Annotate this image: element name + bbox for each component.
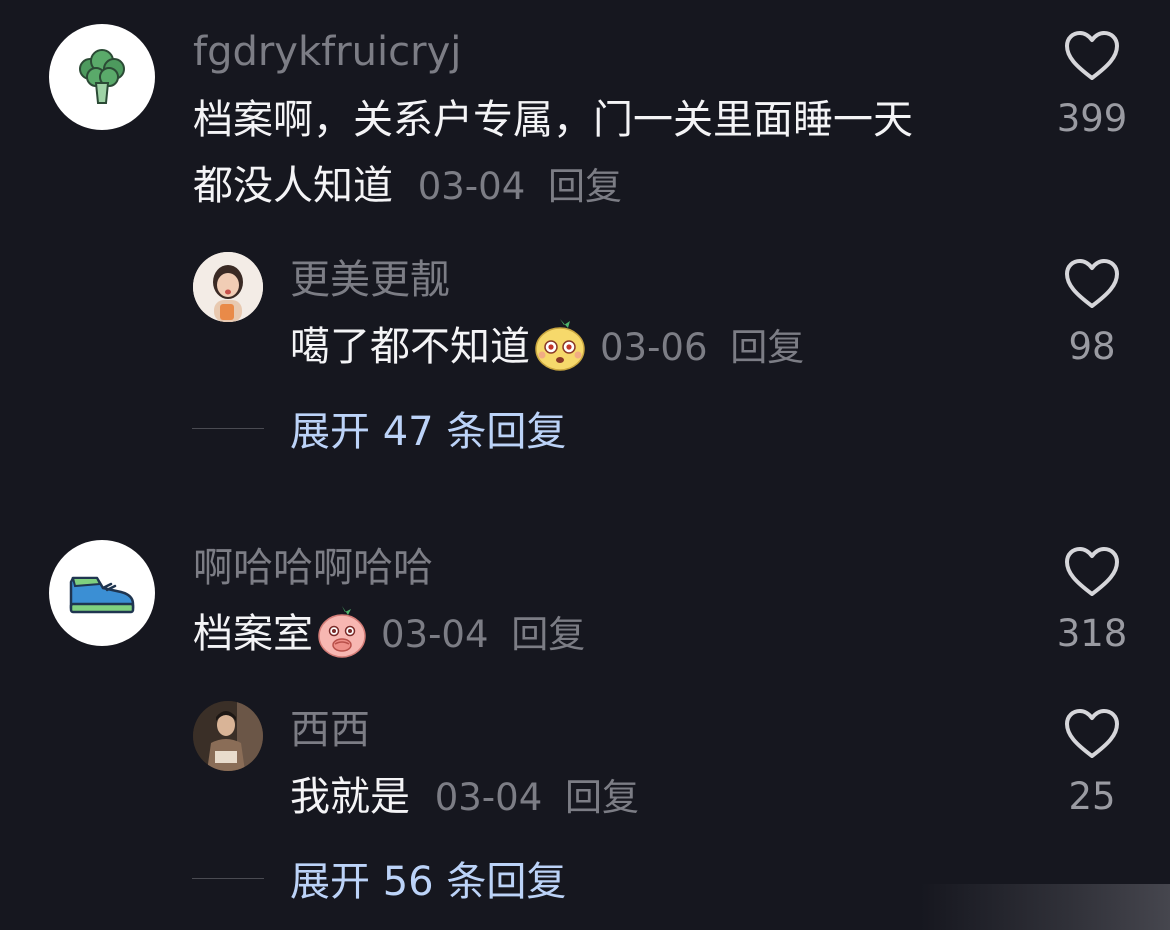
comment-text: 档案啊，关系户专属，门一关里面睡一天 bbox=[193, 97, 913, 143]
username[interactable]: 啊哈哈啊哈哈 bbox=[193, 544, 433, 592]
man-photo-avatar bbox=[193, 701, 263, 771]
avatar[interactable] bbox=[49, 24, 155, 130]
comment-text-line: 档案室 03-04 回复 bbox=[193, 606, 585, 660]
reply-button[interactable]: 回复 bbox=[511, 613, 585, 656]
like-count: 399 bbox=[1056, 97, 1128, 140]
reply-date: 03-04 bbox=[434, 776, 543, 819]
reply-text-line: 我就是 03-04 回复 bbox=[290, 773, 639, 822]
username[interactable]: fgdrykfruicryj bbox=[193, 28, 461, 76]
expand-replies-button[interactable]: 展开 56 条回复 bbox=[192, 854, 566, 905]
reply-button[interactable]: 回复 bbox=[730, 326, 804, 369]
broccoli-icon bbox=[79, 49, 125, 104]
reply-text-line: 噶了都不知道 03-06 回复 bbox=[290, 319, 804, 373]
girl-photo-avatar bbox=[193, 252, 263, 322]
like-count: 25 bbox=[1068, 775, 1116, 818]
divider bbox=[192, 427, 264, 429]
expand-replies-label: 展开 47 条回复 bbox=[290, 409, 567, 455]
reply-button[interactable]: 回复 bbox=[548, 165, 622, 208]
like-heart-icon[interactable] bbox=[1064, 546, 1120, 598]
reply-text: 我就是 bbox=[290, 774, 410, 820]
sneaker-icon bbox=[69, 576, 135, 614]
expand-replies-label: 展开 56 条回复 bbox=[290, 859, 567, 905]
username[interactable]: 西西 bbox=[290, 706, 370, 754]
comment-date: 03-04 bbox=[417, 165, 526, 208]
reply-text: 噶了都不知道 bbox=[290, 324, 530, 370]
reply-date: 03-06 bbox=[600, 326, 708, 369]
like-heart-icon[interactable] bbox=[1064, 258, 1120, 310]
comment-text: 档案室 bbox=[193, 611, 313, 657]
comment-text-continued: 都没人知道 bbox=[193, 163, 393, 209]
watermark bbox=[920, 884, 1170, 930]
like-count: 318 bbox=[1056, 612, 1128, 655]
like-heart-icon[interactable] bbox=[1064, 30, 1120, 82]
divider bbox=[192, 877, 264, 879]
avatar[interactable] bbox=[193, 252, 263, 322]
expand-replies-button[interactable]: 展开 47 条回复 bbox=[192, 404, 566, 455]
dizzy-face-emoji bbox=[535, 319, 585, 371]
like-count: 98 bbox=[1068, 325, 1116, 368]
like-heart-icon[interactable] bbox=[1064, 708, 1120, 760]
covering-mouth-emoji bbox=[318, 606, 366, 658]
avatar[interactable] bbox=[193, 701, 263, 771]
username[interactable]: 更美更靓 bbox=[290, 256, 450, 304]
avatar[interactable] bbox=[49, 540, 155, 646]
reply-button[interactable]: 回复 bbox=[565, 776, 639, 819]
comment-date: 03-04 bbox=[381, 613, 489, 656]
comment-text-line: 都没人知道 03-04 回复 bbox=[193, 162, 622, 211]
